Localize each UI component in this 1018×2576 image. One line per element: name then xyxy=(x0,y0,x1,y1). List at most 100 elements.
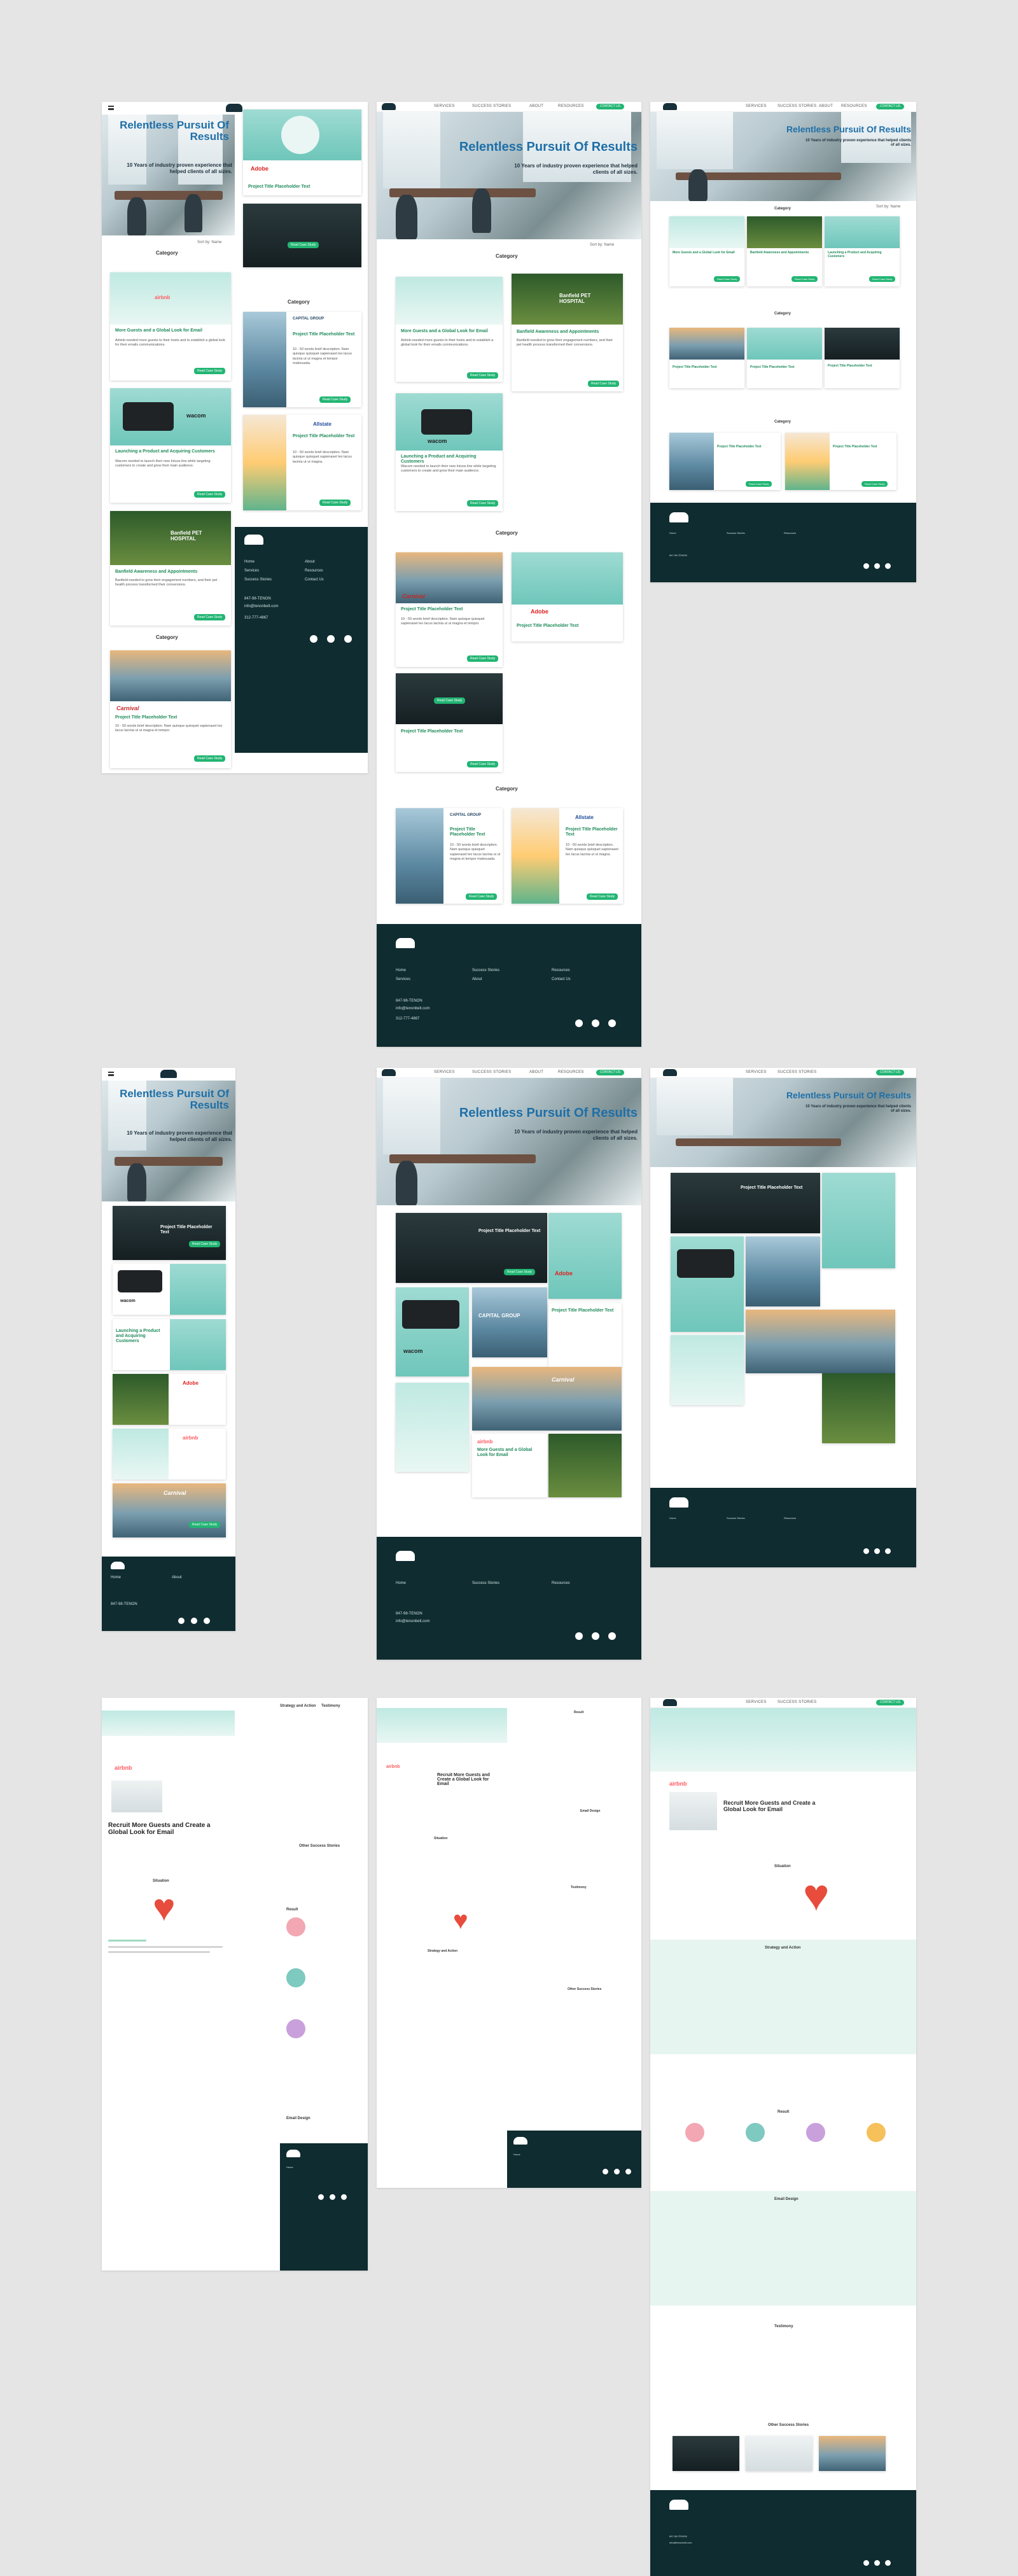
nav-resources[interactable]: RESOURCES xyxy=(841,104,867,108)
contact-us-button[interactable]: CONTACT US xyxy=(596,104,625,109)
footer-logo[interactable] xyxy=(396,938,415,948)
linkedin-icon[interactable] xyxy=(204,1618,210,1624)
nav-about[interactable]: ABOUT xyxy=(529,1070,543,1074)
twitter-icon[interactable] xyxy=(575,1019,583,1027)
footer-logo[interactable] xyxy=(111,1562,125,1569)
case-card-capital[interactable]: CAPITAL GROUP Project Title Placeholder … xyxy=(396,808,503,904)
read-case-study-button[interactable]: Read Case Study xyxy=(714,276,741,282)
footer-link-about[interactable]: About xyxy=(305,560,315,564)
case-card-capital[interactable]: CAPITAL GROUP Project Title Placeholder … xyxy=(243,312,361,407)
case-card-carnival[interactable]: Project Title Placeholder Text xyxy=(669,328,744,388)
footer-email[interactable]: info@tenonbelt.com xyxy=(244,605,278,608)
nav-about[interactable]: ABOUT xyxy=(819,104,833,108)
sort-label[interactable]: Sort by: Name xyxy=(197,241,221,244)
case-card-banfield[interactable]: Banfield Awareness and Appointments Read… xyxy=(747,216,822,286)
twitter-icon[interactable] xyxy=(178,1618,185,1624)
linkedin-icon[interactable] xyxy=(885,1548,891,1554)
case-card-placeholder[interactable]: Read Case Study Project Title Placeholde… xyxy=(396,673,503,772)
footer-logo[interactable] xyxy=(244,535,263,545)
nav-services[interactable]: SERVICES xyxy=(746,1070,767,1074)
read-case-study-button[interactable]: Read Case Study xyxy=(194,491,226,498)
logo[interactable] xyxy=(663,1699,677,1706)
facebook-icon[interactable] xyxy=(614,2169,620,2174)
twitter-icon[interactable] xyxy=(575,1632,583,1640)
nav-success-stories[interactable]: SUCCESS STORIES xyxy=(777,104,816,108)
case-card-airbnb[interactable]: More Guests and a Global Look for Email … xyxy=(396,277,503,382)
read-case-study-button[interactable]: Read Case Study xyxy=(434,697,466,704)
footer-link-home[interactable]: Home xyxy=(396,1581,406,1585)
case-card-adobe[interactable]: Launching a Product and Acquiring Custom… xyxy=(113,1319,226,1370)
logo[interactable] xyxy=(663,1069,677,1076)
twitter-icon[interactable] xyxy=(863,2560,869,2566)
read-case-study-button[interactable]: Read Case Study xyxy=(504,1269,536,1275)
logo[interactable] xyxy=(663,103,677,110)
facebook-icon[interactable] xyxy=(191,1618,197,1624)
footer-link-home[interactable]: Home xyxy=(111,1576,121,1579)
twitter-icon[interactable] xyxy=(863,563,869,569)
case-card-airbnb[interactable] xyxy=(671,1335,744,1405)
nav-resources[interactable]: RESOURCES xyxy=(558,1070,584,1074)
other-story-card[interactable] xyxy=(819,2436,886,2471)
contact-us-button[interactable]: CONTACT US xyxy=(596,1070,625,1075)
read-case-study-button[interactable]: Read Case Study xyxy=(194,614,226,620)
footer-link-about[interactable]: About xyxy=(472,977,482,981)
case-card-adobe[interactable] xyxy=(822,1173,895,1268)
footer-logo[interactable] xyxy=(669,2500,688,2510)
case-card-banfield[interactable]: Banfield PET HOSPITAL Banfield Awareness… xyxy=(110,511,231,626)
contact-us-button[interactable]: CONTACT US xyxy=(876,1700,905,1705)
case-card-allstate[interactable]: Project Title Placeholder Text Read Case… xyxy=(785,433,896,490)
nav-services[interactable]: SERVICES xyxy=(746,1700,767,1704)
footer-email[interactable]: info@tenonbelt.com xyxy=(669,2541,692,2544)
logo[interactable] xyxy=(382,103,396,110)
case-card-airbnb[interactable]: airbnb xyxy=(113,1429,226,1480)
case-card-capital[interactable]: CAPITAL GROUP xyxy=(472,1287,547,1357)
linkedin-icon[interactable] xyxy=(608,1632,616,1640)
read-case-study-button[interactable]: Read Case Study xyxy=(189,1522,221,1528)
case-card-wacom[interactable]: wacom Launching a Product and Acquiring … xyxy=(110,388,231,503)
footer-link-services[interactable]: Services xyxy=(396,977,410,981)
read-case-study-button[interactable]: Read Case Study xyxy=(466,893,498,900)
footer-email[interactable]: info@tenonbelt.com xyxy=(396,1620,429,1623)
facebook-icon[interactable] xyxy=(874,563,880,569)
case-card-adobe[interactable]: Adobe Project Title Placeholder Text xyxy=(512,552,623,641)
read-case-study-button[interactable]: Read Case Study xyxy=(467,372,499,379)
nav-success-stories[interactable]: SUCCESS STORIES xyxy=(472,1070,511,1074)
read-case-study-button[interactable]: Read Case Study xyxy=(467,500,499,507)
case-card-capital-text[interactable]: Project Title Placeholder Text xyxy=(548,1303,622,1367)
read-case-study-button[interactable]: Read Case Study xyxy=(588,381,620,387)
nav-success-stories[interactable]: SUCCESS STORIES xyxy=(777,1700,816,1704)
twitter-icon[interactable] xyxy=(863,1548,869,1554)
case-card-wacom[interactable]: wacom Launching a Product and Acquiring … xyxy=(396,393,503,511)
facebook-icon[interactable] xyxy=(874,1548,880,1554)
case-card-carnival[interactable]: Carnival Read Case Study xyxy=(113,1483,226,1537)
linkedin-icon[interactable] xyxy=(341,2194,347,2200)
footer-link-resources[interactable]: Resources xyxy=(784,531,796,535)
linkedin-icon[interactable] xyxy=(625,2169,631,2174)
footer-logo[interactable] xyxy=(396,1551,415,1561)
read-case-study-button[interactable]: Read Case Study xyxy=(319,396,351,403)
case-card-placeholder[interactable]: Read Case Study xyxy=(243,204,361,267)
twitter-icon[interactable] xyxy=(603,2169,608,2174)
twitter-icon[interactable] xyxy=(318,2194,324,2200)
footer-link-home[interactable]: Home xyxy=(513,2153,520,2156)
footer-link-resources[interactable]: Resources xyxy=(552,1581,570,1585)
footer-link-home[interactable]: Home xyxy=(244,560,254,564)
footer-link-home[interactable]: Home xyxy=(669,531,676,535)
case-card-placeholder[interactable]: Project Title Placeholder Text xyxy=(671,1173,820,1233)
read-case-study-button[interactable]: Read Case Study xyxy=(194,755,226,762)
footer-link-home[interactable]: Home xyxy=(286,2166,293,2169)
facebook-icon[interactable] xyxy=(327,635,335,643)
case-card-airbnb[interactable]: airbnb More Guests and a Global Look for… xyxy=(110,272,231,381)
case-card-airbnb[interactable]: More Guests and a Global Look for Email … xyxy=(669,216,744,286)
nav-resources[interactable]: RESOURCES xyxy=(558,104,584,108)
case-card-capital[interactable] xyxy=(746,1236,820,1306)
read-case-study-button[interactable]: Read Case Study xyxy=(189,1241,221,1247)
read-case-study-button[interactable]: Read Case Study xyxy=(791,276,818,282)
case-card-banfield[interactable] xyxy=(822,1373,895,1443)
case-card-carnival[interactable] xyxy=(746,1310,895,1373)
linkedin-icon[interactable] xyxy=(885,2560,891,2566)
nav-success-stories[interactable]: SUCCESS STORIES xyxy=(777,1070,816,1074)
footer-link-resources[interactable]: Resources xyxy=(552,969,570,972)
facebook-icon[interactable] xyxy=(592,1632,599,1640)
facebook-icon[interactable] xyxy=(330,2194,335,2200)
